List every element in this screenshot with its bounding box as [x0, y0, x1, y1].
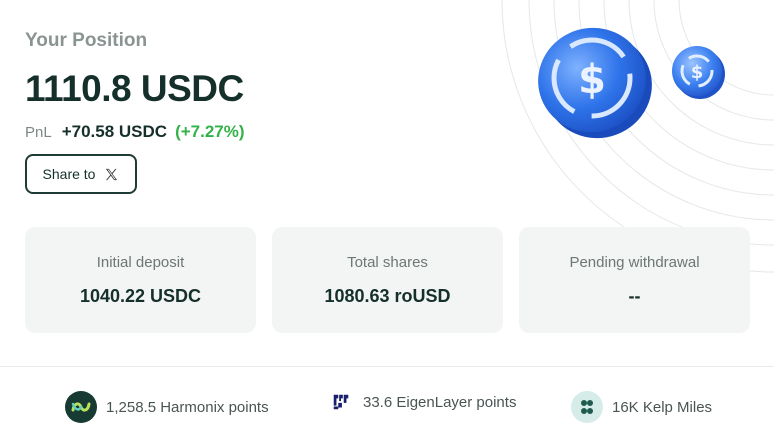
eigenlayer-points: 33.6 EigenLayer points	[330, 391, 516, 413]
share-to-x-button[interactable]: Share to	[25, 154, 137, 194]
pnl-row: PnL +70.58 USDC (+7.27%)	[25, 122, 245, 142]
pending-withdrawal-value: --	[628, 286, 641, 306]
svg-text:$: $	[578, 57, 606, 103]
x-logo-icon	[104, 167, 119, 182]
harmonix-points-text: 1,258.5 Harmonix points	[106, 398, 269, 416]
harmonix-points: 1,258.5 Harmonix points	[65, 391, 269, 423]
position-amount: 1110.8 USDC	[25, 68, 244, 109]
pending-withdrawal-label: Pending withdrawal	[569, 254, 700, 271]
eigenlayer-icon	[330, 391, 352, 413]
kelp-miles: 16K Kelp Miles	[571, 391, 712, 423]
pending-withdrawal-card: Pending withdrawal --	[519, 227, 750, 333]
initial-deposit-value: 1040.22 USDC	[79, 286, 202, 306]
small-usdc-coin-icon: $	[672, 46, 725, 99]
total-shares-card: Total shares 1080.63 roUSD	[272, 227, 503, 333]
total-shares-label: Total shares	[347, 254, 428, 271]
pnl-percent: (+7.27%)	[175, 122, 245, 141]
svg-text:$: $	[691, 62, 704, 83]
position-title: Your Position	[25, 30, 148, 51]
total-shares-value: 1080.63 roUSD	[324, 286, 451, 306]
initial-deposit-label: Initial deposit	[96, 254, 185, 271]
initial-deposit-card: Initial deposit 1040.22 USDC	[25, 227, 256, 333]
pnl-label: PnL	[25, 124, 52, 141]
points-footer: 1,258.5 Harmonix points 33.6 EigenLayer …	[0, 366, 774, 442]
pnl-value: +70.58 USDC	[61, 122, 168, 141]
eigenlayer-points-text: 33.6 EigenLayer points	[363, 393, 517, 411]
harmonix-icon	[65, 391, 97, 423]
big-usdc-coin-icon: $	[538, 27, 652, 139]
share-button-label: Share to	[42, 166, 96, 182]
kelp-icon	[571, 391, 603, 423]
kelp-miles-text: 16K Kelp Miles	[612, 398, 713, 416]
